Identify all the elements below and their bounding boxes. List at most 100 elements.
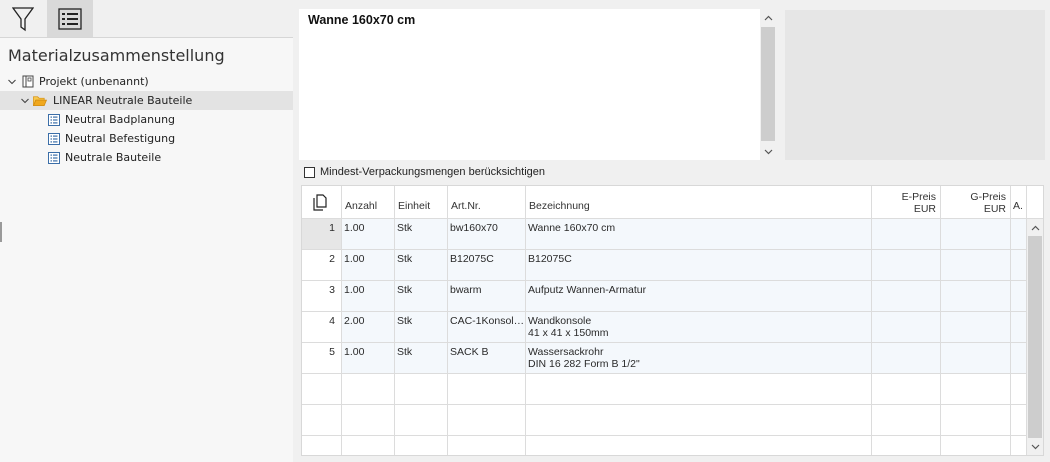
cell-idx[interactable]: 3	[302, 281, 342, 312]
scroll-thumb[interactable]	[1028, 236, 1042, 438]
cell-anzahl[interactable]: 1.00	[342, 281, 395, 312]
cell-gp[interactable]	[941, 343, 1011, 374]
table-row[interactable]	[302, 436, 1043, 455]
cell-a[interactable]	[1011, 374, 1027, 405]
cell-gp[interactable]	[941, 312, 1011, 343]
cell-einheit[interactable]	[395, 374, 448, 405]
header-artnr[interactable]: Art.Nr.	[448, 186, 526, 219]
cell-einheit[interactable]: Stk	[395, 281, 448, 312]
scroll-down-icon[interactable]	[1027, 438, 1043, 455]
header-anzahl[interactable]: Anzahl	[342, 186, 395, 219]
cell-idx[interactable]	[302, 405, 342, 436]
cell-bez[interactable]	[526, 405, 872, 436]
scroll-up-icon[interactable]	[1027, 219, 1043, 236]
cell-a[interactable]	[1011, 312, 1027, 343]
scroll-down-icon[interactable]	[760, 143, 776, 160]
cell-bez[interactable]: Wanne 160x70 cm	[526, 219, 872, 250]
cell-einheit[interactable]: Stk	[395, 343, 448, 374]
header-copy[interactable]	[302, 186, 342, 219]
cell-gp[interactable]	[941, 405, 1011, 436]
cell-artnr[interactable]	[448, 405, 526, 436]
cell-einheit[interactable]: Stk	[395, 312, 448, 343]
tree-item-project[interactable]: Projekt (unbenannt)	[0, 72, 299, 91]
cell-einheit[interactable]	[395, 436, 448, 455]
cell-artnr[interactable]: B12075C	[448, 250, 526, 281]
cell-idx[interactable]: 5	[302, 343, 342, 374]
cell-anzahl[interactable]	[342, 374, 395, 405]
header-e-preis[interactable]: E-Preis EUR	[872, 186, 941, 219]
list-view-button[interactable]	[47, 0, 93, 37]
cell-a[interactable]	[1011, 405, 1027, 436]
header-einheit[interactable]: Einheit	[395, 186, 448, 219]
cell-artnr[interactable]	[448, 436, 526, 455]
tree-item-neutrale-bauteile[interactable]: Neutrale Bauteile	[0, 148, 340, 167]
cell-ep[interactable]	[872, 374, 941, 405]
table-row[interactable]: 4 2.00 Stk CAC-1Konsole... Wandkonsole 41 x 4…	[302, 312, 1043, 343]
table-row[interactable]: 5 1.00 Stk SACK B Wassersackrohr DIN 16 282 F…	[302, 343, 1043, 374]
cell-bez[interactable]	[526, 436, 872, 455]
cell-artnr[interactable]: bwarm	[448, 281, 526, 312]
cell-bez[interactable]: Aufputz Wannen-Armatur	[526, 281, 872, 312]
cell-artnr[interactable]	[448, 374, 526, 405]
tree-item-neutral-badplanung[interactable]: Neutral Badplanung	[0, 110, 340, 129]
splitter-grip[interactable]	[0, 222, 2, 242]
table-row[interactable]: 3 1.00 Stk bwarm Aufputz Wannen-Armatur	[302, 281, 1043, 312]
cell-idx[interactable]	[302, 436, 342, 455]
filter-button[interactable]	[0, 0, 46, 37]
cell-artnr[interactable]: CAC-1Konsole...	[448, 312, 526, 343]
cell-gp[interactable]	[941, 436, 1011, 455]
copy-icon[interactable]	[312, 194, 328, 214]
cell-gp[interactable]	[941, 250, 1011, 281]
cell-ep[interactable]	[872, 219, 941, 250]
tree-item-linear-neutrale-bauteile[interactable]: LINEAR Neutrale Bauteile	[0, 91, 312, 110]
cell-einheit[interactable]: Stk	[395, 250, 448, 281]
cell-einheit[interactable]	[395, 405, 448, 436]
cell-einheit[interactable]: Stk	[395, 219, 448, 250]
cell-gp[interactable]	[941, 219, 1011, 250]
description-scrollbar[interactable]	[760, 9, 776, 160]
cell-ep[interactable]	[872, 281, 941, 312]
cell-idx[interactable]	[302, 374, 342, 405]
tree-item-neutral-befestigung[interactable]: Neutral Befestigung	[0, 129, 340, 148]
cell-anzahl[interactable]: 1.00	[342, 219, 395, 250]
cell-idx[interactable]: 2	[302, 250, 342, 281]
cell-ep[interactable]	[872, 436, 941, 455]
table-row[interactable]	[302, 405, 1043, 436]
cell-anzahl[interactable]: 1.00	[342, 343, 395, 374]
cell-anzahl[interactable]: 1.00	[342, 250, 395, 281]
scroll-up-icon[interactable]	[760, 9, 776, 26]
cell-bez[interactable]: Wandkonsole 41 x 41 x 150mm	[526, 312, 872, 343]
table-row[interactable]	[302, 374, 1043, 405]
table-row[interactable]: 2 1.00 Stk B12075C B12075C	[302, 250, 1043, 281]
cell-bez[interactable]	[526, 374, 872, 405]
header-a[interactable]: A.	[1011, 186, 1027, 219]
table-scrollbar[interactable]	[1027, 219, 1043, 455]
cell-anzahl[interactable]	[342, 436, 395, 455]
cell-a[interactable]	[1011, 281, 1027, 312]
packaging-checkbox[interactable]	[304, 166, 315, 178]
cell-bez[interactable]: B12075C	[526, 250, 872, 281]
cell-ep[interactable]	[872, 250, 941, 281]
cell-anzahl[interactable]	[342, 405, 395, 436]
cell-ep[interactable]	[872, 405, 941, 436]
header-bezeichnung[interactable]: Bezeichnung	[526, 186, 872, 219]
chevron-down-icon[interactable]	[6, 76, 18, 88]
cell-anzahl[interactable]: 2.00	[342, 312, 395, 343]
cell-a[interactable]	[1011, 250, 1027, 281]
cell-gp[interactable]	[941, 281, 1011, 312]
table-row[interactable]: 1 1.00 Stk bw160x70 Wanne 160x70 cm	[302, 219, 1043, 250]
cell-gp[interactable]	[941, 374, 1011, 405]
cell-a[interactable]	[1011, 219, 1027, 250]
scroll-thumb[interactable]	[761, 27, 775, 141]
cell-a[interactable]	[1011, 343, 1027, 374]
cell-bez[interactable]: Wassersackrohr DIN 16 282 Form B 1/2"	[526, 343, 872, 374]
cell-ep[interactable]	[872, 312, 941, 343]
cell-artnr[interactable]: bw160x70	[448, 219, 526, 250]
chevron-down-icon[interactable]	[19, 95, 31, 107]
packaging-option[interactable]: Mindest-Verpackungsmengen berücksichtige…	[304, 165, 545, 179]
cell-a[interactable]	[1011, 436, 1027, 455]
cell-idx[interactable]: 4	[302, 312, 342, 343]
cell-ep[interactable]	[872, 343, 941, 374]
description-box[interactable]: Wanne 160x70 cm	[299, 9, 776, 160]
header-g-preis[interactable]: G-Preis EUR	[941, 186, 1011, 219]
